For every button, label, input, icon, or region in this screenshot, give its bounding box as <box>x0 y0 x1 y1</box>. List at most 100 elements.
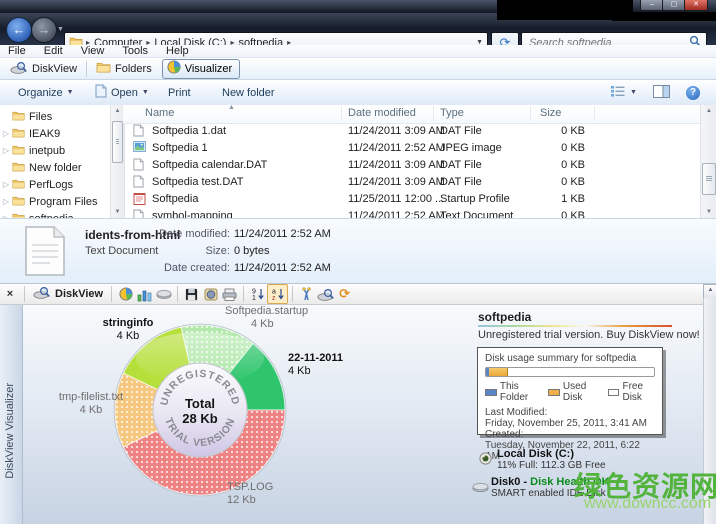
bar-chart-view-button[interactable] <box>135 285 154 303</box>
expand-arrow-icon[interactable]: ▷ <box>0 129 12 138</box>
chart-total-value: 28 Kb <box>182 411 217 426</box>
legend-swatch <box>608 389 620 396</box>
back-button[interactable]: ← <box>6 17 32 43</box>
panel-close-icon[interactable]: × <box>0 288 20 300</box>
menu-help[interactable]: Help <box>166 45 189 57</box>
expand-arrow-icon[interactable]: ▷ <box>0 180 12 189</box>
new-folder-button[interactable]: New folder <box>222 85 275 100</box>
scroll-down-icon[interactable]: ▼ <box>701 206 716 218</box>
column-header-size[interactable]: Size <box>540 107 561 119</box>
diskview-panel-title: DiskView <box>33 286 103 302</box>
legend-swatch <box>485 389 497 396</box>
copy-image-button[interactable] <box>201 285 220 303</box>
document-icon <box>133 209 147 218</box>
selected-file-type: Text Document <box>85 245 158 257</box>
file-list-scrollbar[interactable]: ▲ ▼ <box>700 105 716 218</box>
scroll-up-icon[interactable]: ▲ <box>703 284 716 299</box>
document-icon <box>133 124 147 138</box>
file-list-scrollbar-thumb[interactable] <box>702 163 716 195</box>
sidebar-item-softpedia[interactable]: ▷softpedia <box>0 210 110 218</box>
visualizer-pie-icon <box>167 60 181 77</box>
change-view-button[interactable]: ▼ <box>610 85 637 100</box>
legend-item: Used Disk <box>548 381 598 403</box>
diskview-scan-button[interactable] <box>316 285 335 303</box>
file-size: 0 KB <box>523 125 585 137</box>
sidebar-item-program-files[interactable]: ▷Program Files <box>0 193 110 210</box>
nav-history-dropdown-icon[interactable]: ▼ <box>57 26 64 33</box>
sort-alphabetical-button[interactable]: az <box>267 284 288 304</box>
slice-label: Softpedia.startup4 Kb <box>225 305 308 331</box>
file-row[interactable]: Softpedia 111/24/2011 2:52 AMJPEG image0… <box>123 140 700 157</box>
expand-arrow-icon[interactable]: ▷ <box>0 197 12 206</box>
file-row[interactable]: Softpedia calendar.DAT11/24/2011 3:09 AM… <box>123 157 700 174</box>
file-properties: Date modified:11/24/2011 2:52 AMSize:0 b… <box>158 228 331 279</box>
menu-tools[interactable]: Tools <box>122 45 148 57</box>
file-name: Softpedia 1 <box>152 142 208 154</box>
print-button[interactable]: Print <box>168 85 191 100</box>
refresh-button[interactable]: ⟳ <box>335 285 354 303</box>
sidebar-item-perflogs[interactable]: ▷PerfLogs <box>0 176 110 193</box>
drive-name: Local Disk (C:) <box>497 448 574 460</box>
redaction <box>612 12 716 21</box>
command-bar: Organize▼ Open▼ Print New folder ▼ ? <box>0 80 716 106</box>
maximize-button[interactable]: ▢ <box>662 0 686 11</box>
folder-icon <box>12 127 25 141</box>
drive-name: Disk0 - <box>491 476 530 488</box>
explorer-main: Files ▷ IEAK9 ▷inetpubNew folder▷PerfLogs▷P… <box>0 105 716 218</box>
document-icon <box>133 175 147 189</box>
trial-notice[interactable]: Unregistered trial version. Buy DiskView… <box>478 329 700 341</box>
save-button[interactable] <box>182 285 201 303</box>
file-row[interactable]: Softpedia11/25/2011 12:00 ...Startup Pro… <box>123 191 700 208</box>
column-header-name[interactable]: Name <box>145 107 174 119</box>
open-button[interactable]: Open▼ <box>95 85 149 100</box>
file-type: DAT File <box>440 159 482 171</box>
menu-view[interactable]: View <box>81 45 105 57</box>
legend-item: Free Disk <box>608 381 655 403</box>
settings-tools-button[interactable] <box>297 285 316 303</box>
legend-label: Used Disk <box>563 381 598 403</box>
slice-name: Softpedia.startup <box>225 305 308 318</box>
file-list-header: ▲ Name Date modified Type Size <box>123 105 700 124</box>
print-button[interactable] <box>220 285 239 303</box>
minimize-button[interactable]: – <box>640 0 664 11</box>
menu-file[interactable]: File <box>8 45 26 57</box>
slice-size: 12 Kb <box>227 494 273 507</box>
diskview-toolbar-button[interactable]: DiskView <box>6 61 81 77</box>
forward-button[interactable]: → <box>31 17 57 43</box>
disk-usage-summary-box: Disk usage summary for softpedia This Fo… <box>477 347 663 435</box>
visualizer-toolbar-button[interactable]: Visualizer <box>162 59 241 79</box>
file-row[interactable]: symbol-mapping11/24/2011 2:52 AMText Doc… <box>123 208 700 218</box>
file-row[interactable]: Softpedia test.DAT11/24/2011 3:09 AMDAT … <box>123 174 700 191</box>
organize-button[interactable]: Organize▼ <box>18 85 74 100</box>
folders-toolbar-button[interactable]: Folders <box>92 61 156 76</box>
sidebar-item-new-folder[interactable]: New folder <box>0 159 110 176</box>
disk-view-button[interactable] <box>154 285 173 303</box>
tree-item-label: IEAK9 <box>29 128 60 140</box>
app-window: { "titlebar": {"minimize": "–", "maximiz… <box>0 0 716 524</box>
menu-edit[interactable]: Edit <box>44 45 63 57</box>
help-button[interactable]: ? <box>686 85 700 100</box>
scroll-up-icon[interactable]: ▲ <box>701 105 716 117</box>
slice-label: 22-11-20114 Kb <box>288 352 343 378</box>
property-label: Date created: <box>158 262 230 274</box>
slice-name: 22-11-2011 <box>288 352 343 365</box>
sort-by-size-button[interactable]: 91 <box>248 285 267 303</box>
column-header-type[interactable]: Type <box>440 107 464 119</box>
expand-arrow-icon[interactable]: ▷ <box>0 146 12 155</box>
preview-pane-button[interactable] <box>653 85 670 100</box>
legend-label: This Folder <box>500 381 538 403</box>
pie-view-button[interactable] <box>116 285 135 303</box>
sort-ascending-icon: ▲ <box>228 105 235 111</box>
legend-swatch <box>548 389 560 396</box>
close-button[interactable]: ✕ <box>684 0 708 11</box>
sidebar-item-files[interactable]: Files <box>0 108 110 125</box>
visualizer-panel: DiskView Visualizer UNREGISTERED TRIAL V… <box>0 305 716 524</box>
visualizer-side-label: DiskView Visualizer <box>4 383 16 479</box>
disk-usage-donut-chart[interactable]: UNREGISTERED TRIAL VERSION Total 28 Kb <box>110 320 290 500</box>
file-row[interactable]: Softpedia 1.dat11/24/2011 3:09 AMDAT Fil… <box>123 123 700 140</box>
slice-label: tmp-filelist.txt4 Kb <box>56 391 126 417</box>
sidebar-item-inetpub[interactable]: ▷inetpub <box>0 142 110 159</box>
column-header-date-modified[interactable]: Date modified <box>348 107 416 119</box>
tree-scrollbar-thumb[interactable] <box>112 121 123 163</box>
sidebar-item-ieak9[interactable]: ▷ IEAK9 <box>0 125 110 142</box>
